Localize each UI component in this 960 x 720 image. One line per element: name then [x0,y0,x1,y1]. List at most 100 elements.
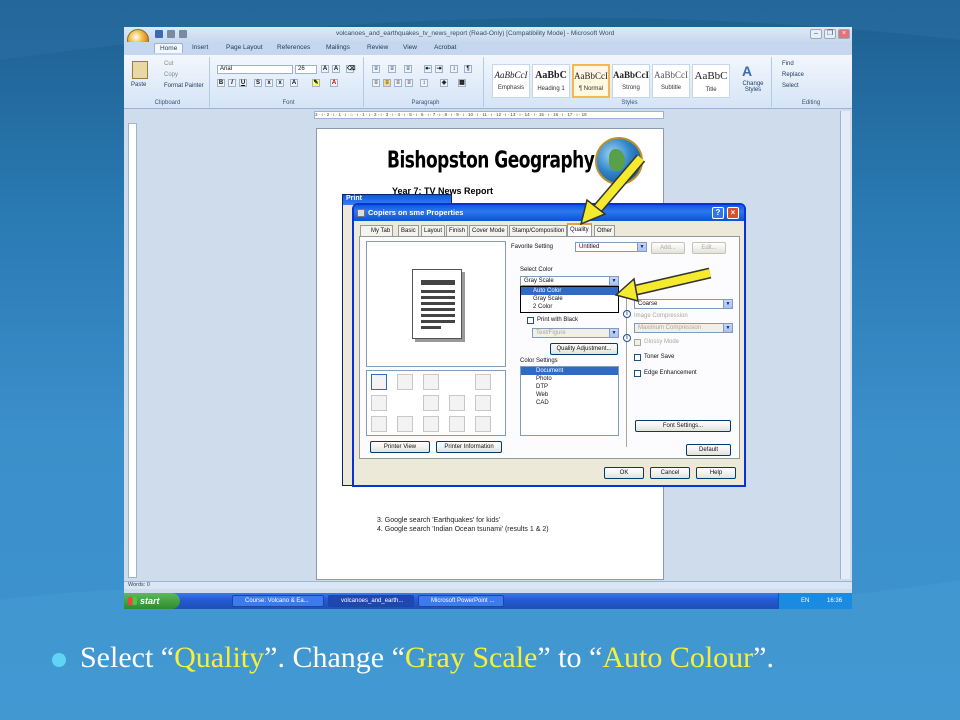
option-auto-color[interactable]: Auto Color [521,287,618,295]
style-emphasis[interactable]: AaBbCcI Emphasis [492,64,530,98]
layout-icon[interactable] [397,374,413,390]
tab-home[interactable]: Home [154,43,184,53]
edit-button[interactable]: Edit... [692,242,726,254]
superscript-icon[interactable]: x [276,79,284,87]
language-indicator[interactable]: EN [801,598,809,604]
redo-icon[interactable] [179,30,187,38]
style-title[interactable]: AaBbC Title [692,64,730,98]
edge-enhancement-checkbox[interactable] [634,370,641,377]
color-settings-list[interactable]: Document Photo DTP Web CAD [520,366,619,436]
staple-icon[interactable] [449,395,465,411]
font-settings-button[interactable]: Font Settings... [635,420,731,432]
stamp-icon[interactable] [449,416,465,432]
bullets-icon[interactable]: ≡ [372,65,380,73]
list-item[interactable]: Web [521,391,618,399]
tab-stamp-composition[interactable]: Stamp/Composition [509,225,568,236]
tab-finish[interactable]: Finish [446,225,469,236]
align-center-icon[interactable]: ≡ [383,79,391,87]
tab-basic[interactable]: Basic [398,225,419,236]
printer-information-button[interactable]: Printer Information [436,441,502,453]
print-with-black-checkbox[interactable] [527,317,534,324]
align-left-icon[interactable]: ≡ [372,79,380,87]
help-icon[interactable]: ? [712,207,724,219]
taskbar-item-powerpoint[interactable]: Microsoft PowerPoint ... [418,595,504,607]
select-button[interactable]: Select [782,83,799,89]
help-button[interactable]: Help [696,467,736,479]
underline-icon[interactable]: U [239,79,247,87]
compression-select[interactable]: Maximum Compression ▼ [634,323,733,333]
vertical-scrollbar[interactable] [840,111,850,579]
style-subtitle[interactable]: AaBbCcI Subtitle [652,64,690,98]
font-color-icon[interactable]: A [330,79,338,87]
tab-cover-mode[interactable]: Cover Mode [469,225,508,236]
change-styles-icon[interactable]: A [742,63,756,79]
borders-icon[interactable]: ▦ [458,79,466,87]
taskbar-item-word[interactable]: volcanoes_and_earth... [328,595,414,607]
clear-format-icon[interactable]: ⌫ [346,65,355,73]
undo-icon[interactable] [167,30,175,38]
tab-review[interactable]: Review [367,44,388,51]
taskbar-item-course[interactable]: Course: Volcano & Ea... [232,595,324,607]
rotate-icon[interactable] [475,374,491,390]
find-button[interactable]: Find [782,61,794,67]
list-item[interactable]: CAD [521,399,618,407]
increase-indent-icon[interactable]: ⇥ [435,65,443,73]
tab-references[interactable]: References [277,44,310,51]
duplex-icon[interactable] [371,395,387,411]
change-styles-button[interactable]: Change Styles [738,81,768,93]
change-case-icon[interactable]: A [290,79,298,87]
list-item[interactable]: Document [521,367,618,375]
finish-icon[interactable] [475,395,491,411]
subscript-icon[interactable]: x [265,79,273,87]
strikethrough-icon[interactable]: S [254,79,262,87]
save-icon[interactable] [155,30,163,38]
toner-save-checkbox[interactable] [634,354,641,361]
font-name-field[interactable]: Arial [217,65,293,74]
bold-icon[interactable]: B [217,79,225,87]
default-button[interactable]: Default [686,444,731,456]
cancel-button[interactable]: Cancel [650,467,690,479]
printer-view-button[interactable]: Printer View [370,441,430,453]
text-figure-select[interactable]: Text/Figure ▼ [532,328,619,338]
tab-mailings[interactable]: Mailings [326,44,350,51]
multilevel-icon[interactable]: ≡ [404,65,412,73]
ok-button[interactable]: OK [604,467,644,479]
glossy-mode-checkbox[interactable] [634,339,641,346]
paste-icon[interactable] [132,61,148,79]
list-item[interactable]: DTP [521,383,618,391]
minimize-button[interactable]: – [810,29,822,39]
list-item[interactable]: Photo [521,375,618,383]
justify-icon[interactable]: ≡ [405,79,413,87]
start-button[interactable]: start [124,593,180,609]
cover-icon[interactable] [423,416,439,432]
decrease-indent-icon[interactable]: ⇤ [424,65,432,73]
numbering-icon[interactable]: ≡ [388,65,396,73]
font-size-field[interactable]: 26 [295,65,317,74]
replace-button[interactable]: Replace [782,72,804,78]
style-strong[interactable]: AaBbCcI Strong [612,64,650,98]
highlight-icon[interactable]: ✎ [312,79,320,87]
overlay-icon[interactable] [475,416,491,432]
align-right-icon[interactable]: ≡ [394,79,402,87]
sort-icon[interactable]: ↕ [450,65,458,73]
option-gray-scale[interactable]: Gray Scale [521,295,618,303]
select-color-select[interactable]: Gray Scale ▼ [520,276,619,286]
copies-icon[interactable] [423,374,439,390]
tab-view[interactable]: View [403,44,417,51]
copy-button[interactable]: Copy [164,72,178,78]
tab-my-tab[interactable]: My Tab [360,225,394,236]
close-button[interactable]: × [838,29,850,39]
line-spacing-icon[interactable]: ↕ [420,79,428,87]
page-setting-icon[interactable] [371,374,387,390]
option-2-color[interactable]: 2 Color [521,303,618,311]
format-painter-button[interactable]: Format Painter [164,83,204,89]
tab-page-layout[interactable]: Page Layout [226,44,263,51]
style-normal[interactable]: AaBbCcI ¶ Normal [572,64,610,98]
tab-acrobat[interactable]: Acrobat [434,44,456,51]
restore-button[interactable]: ❐ [824,29,836,39]
tab-layout[interactable]: Layout [421,225,446,236]
shrink-font-icon[interactable]: A [332,65,340,73]
punch-icon[interactable] [397,416,413,432]
add-button[interactable]: Add... [651,242,685,254]
text-icon[interactable] [423,395,439,411]
